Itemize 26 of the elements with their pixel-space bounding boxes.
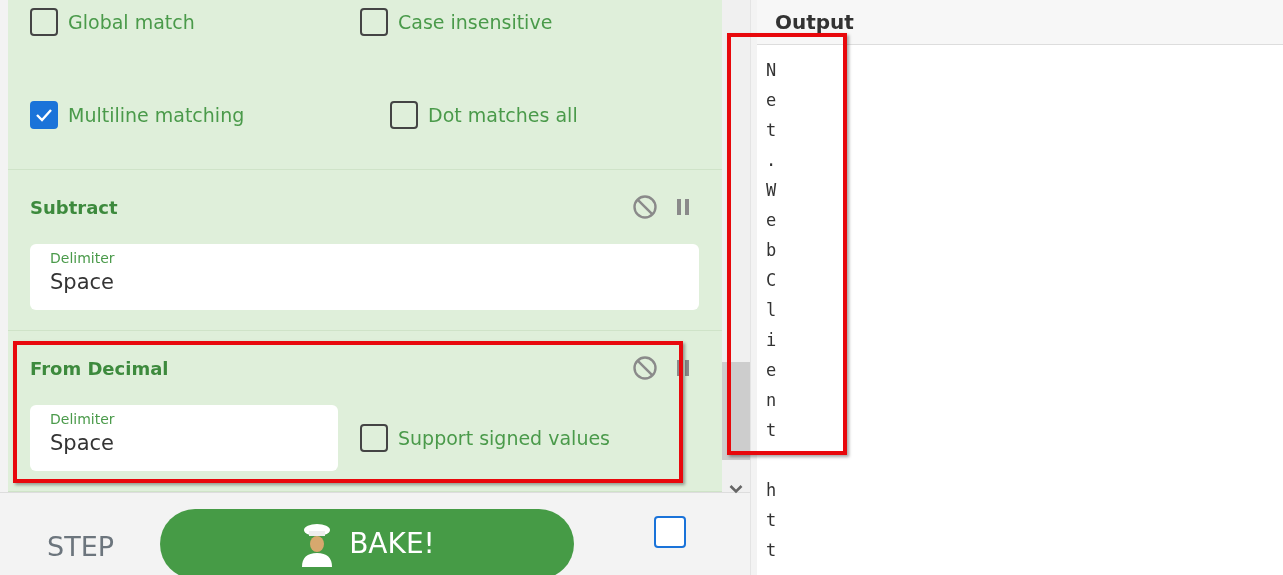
output-text: N e t . W e b C l i e n t — [766, 59, 777, 442]
checkbox[interactable] — [360, 424, 388, 452]
checkbox[interactable] — [390, 100, 418, 129]
bake-button[interactable]: BAKE! — [160, 509, 574, 575]
check-icon — [35, 107, 53, 122]
operation-title: From Decimal — [30, 356, 170, 381]
step-button[interactable]: STEP — [47, 529, 114, 565]
auto-bake-checkbox[interactable] — [654, 516, 686, 548]
checkbox[interactable] — [30, 8, 58, 37]
delimiter-field[interactable]: Delimiter Space — [30, 405, 338, 471]
checkbox-label[interactable]: Dot matches all — [428, 100, 578, 129]
checkbox[interactable] — [30, 100, 58, 129]
checkbox-label[interactable]: Case insensitive — [398, 8, 553, 37]
disable-icon[interactable] — [632, 355, 658, 381]
checkbox-label[interactable]: Global match — [68, 8, 195, 37]
checkbox[interactable] — [360, 8, 388, 37]
checkbox-label[interactable]: Multiline matching — [68, 100, 245, 129]
delimiter-field[interactable]: Delimiter Space — [30, 244, 699, 310]
pause-icon[interactable] — [676, 359, 690, 377]
output-title: Output — [775, 10, 854, 34]
disable-icon[interactable] — [632, 194, 658, 220]
checkbox-label[interactable]: Support signed values — [398, 423, 610, 453]
operation-title: Subtract — [30, 195, 119, 220]
pause-icon[interactable] — [676, 198, 690, 216]
scroll-down-icon[interactable] — [729, 484, 743, 494]
output-text: h t t — [766, 479, 777, 562]
